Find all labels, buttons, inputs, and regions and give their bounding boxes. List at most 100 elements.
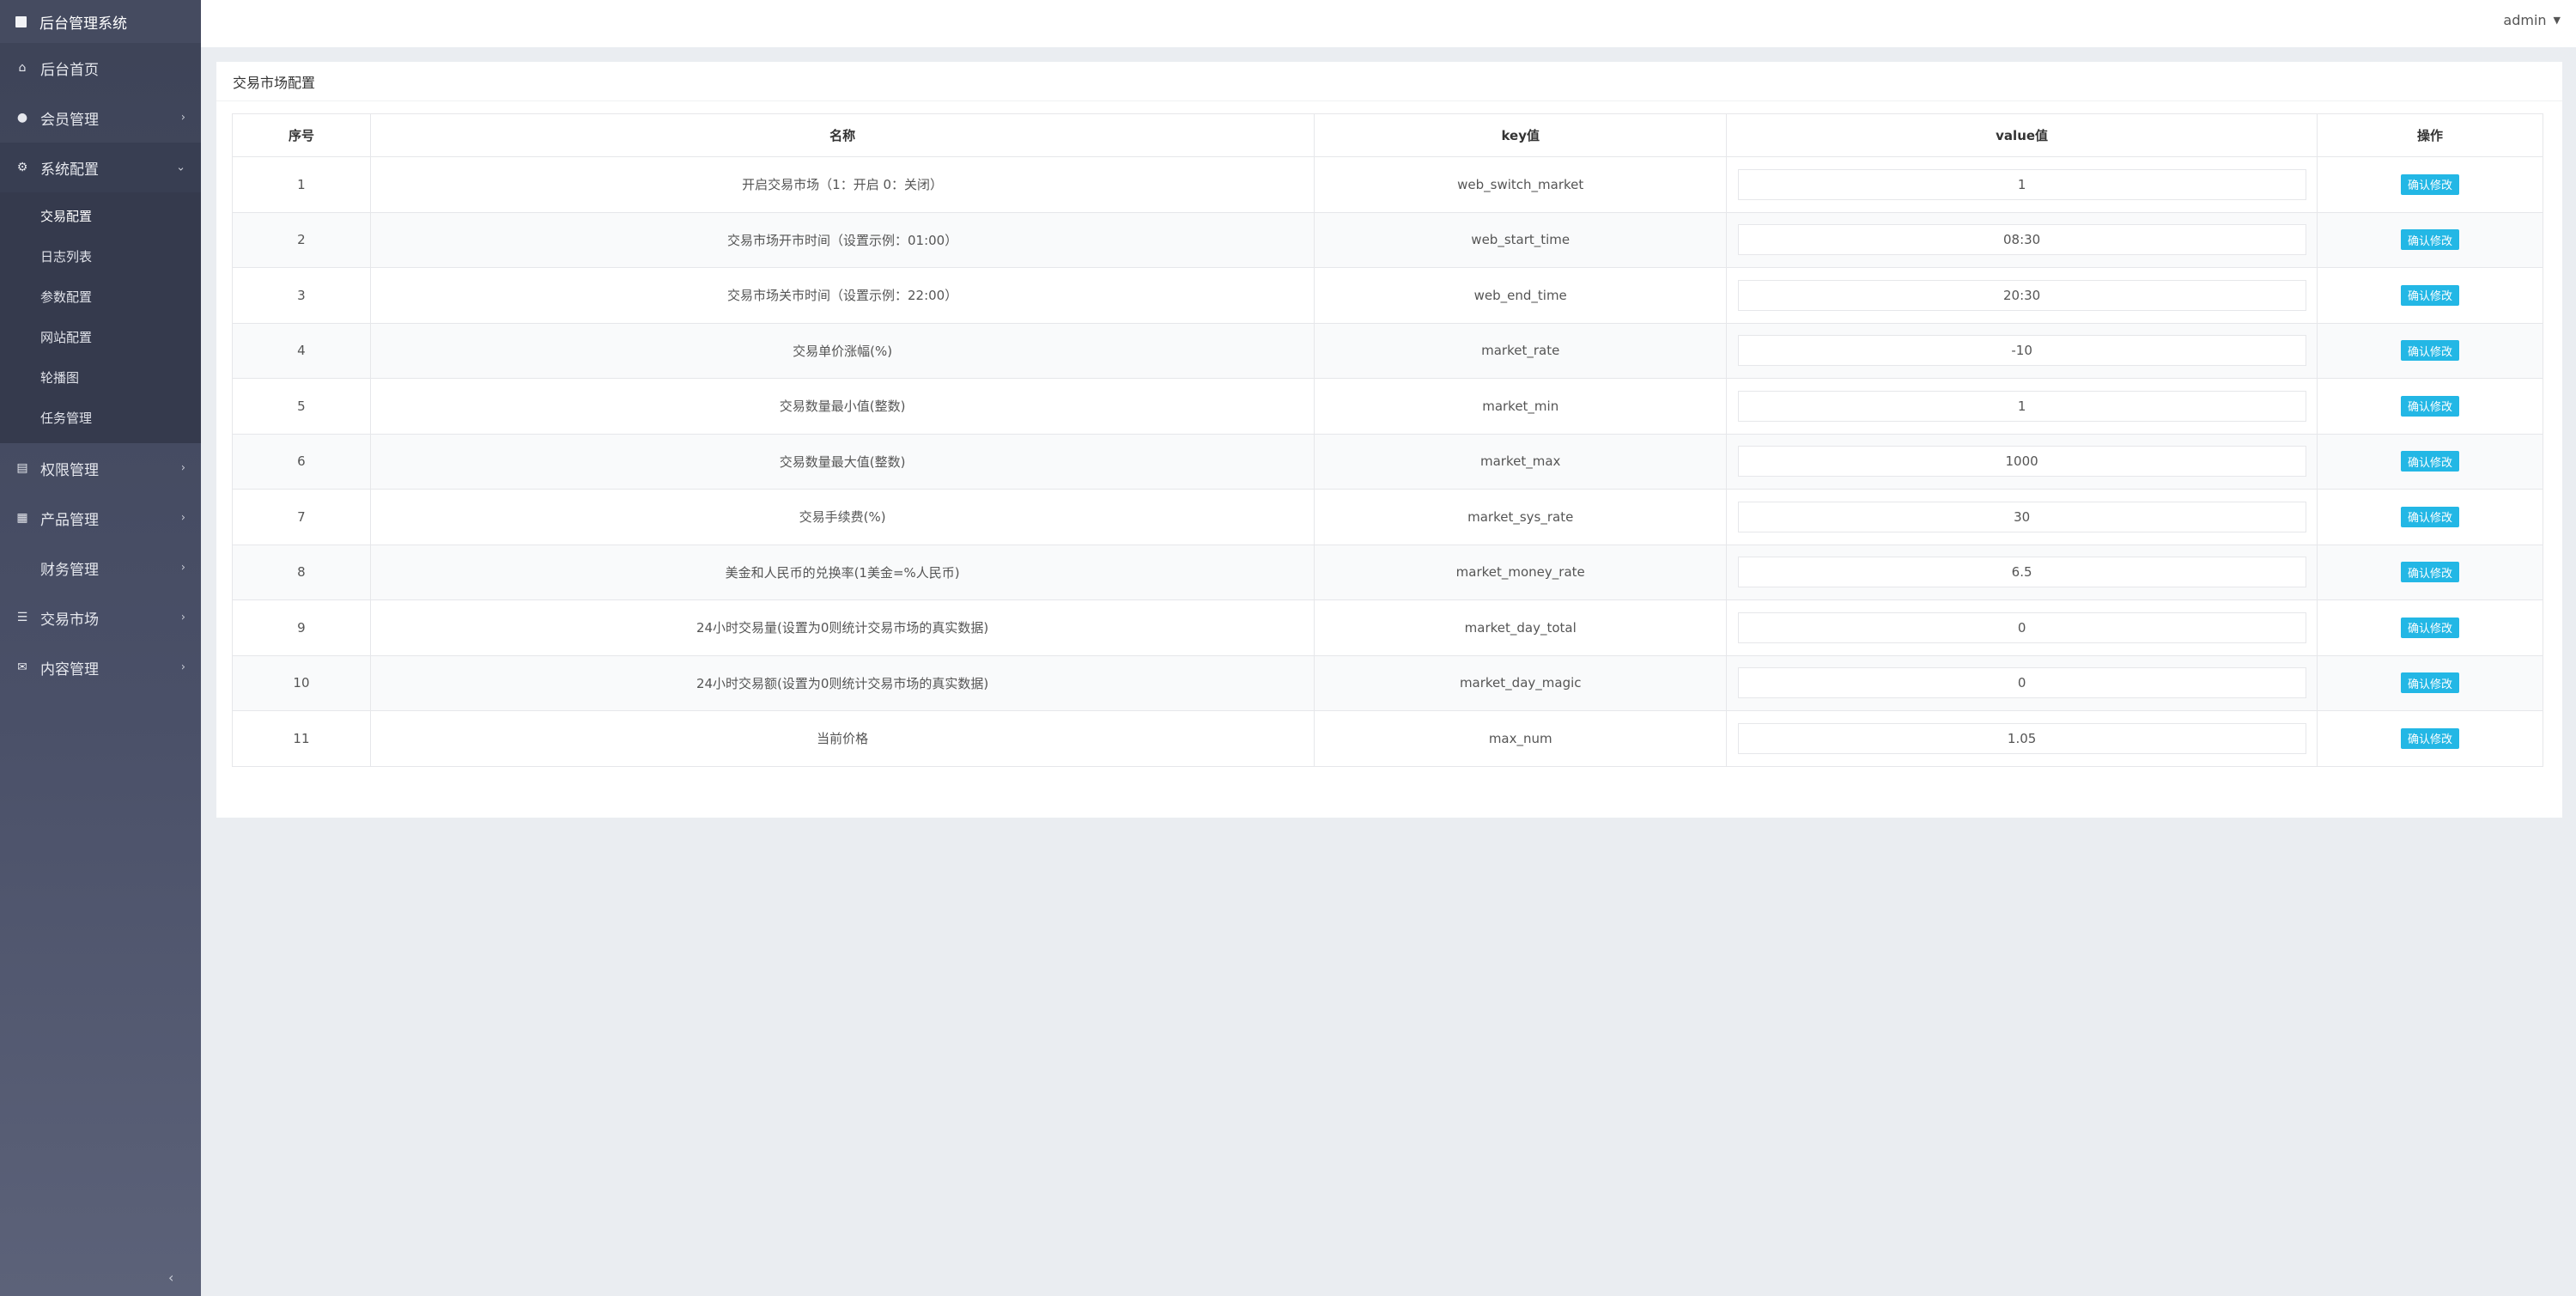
submenu-item-carousel[interactable]: 轮播图 bbox=[0, 357, 201, 398]
brand[interactable]: 后台管理系统 bbox=[0, 0, 201, 43]
row-key: max_num bbox=[1314, 710, 1728, 767]
row-name: 交易单价涨幅(%) bbox=[369, 322, 1315, 379]
table-row: 3 交易市场关市时间（设置示例：22:00） web_end_time 确认修改 bbox=[232, 267, 2543, 324]
chevron-right-icon: › bbox=[180, 511, 185, 525]
submenu-item-param-config[interactable]: 参数配置 bbox=[0, 277, 201, 317]
confirm-edit-button[interactable]: 确认修改 bbox=[2401, 173, 2460, 195]
column-header-value: value值 bbox=[1726, 113, 2318, 157]
confirm-edit-button[interactable]: 确认修改 bbox=[2401, 562, 2460, 583]
row-action-cell: 确认修改 bbox=[2317, 267, 2543, 324]
sidebar-item-content[interactable]: ✉ 内容管理 › bbox=[0, 642, 201, 692]
table-row: 10 24小时交易额(设置为0则统计交易市场的真实数据) market_day_… bbox=[232, 654, 2543, 711]
sidebar-item-label: 权限管理 bbox=[40, 461, 99, 479]
row-key: web_end_time bbox=[1314, 267, 1728, 324]
row-action-cell: 确认修改 bbox=[2317, 433, 2543, 490]
submenu-item-log-list[interactable]: 日志列表 bbox=[0, 236, 201, 277]
submenu-item-trade-config[interactable]: 交易配置 bbox=[0, 196, 201, 236]
user-menu[interactable]: admin ▼ bbox=[2503, 12, 2561, 28]
table-row: 8 美金和人民币的兑换率(1美金=%人民币) market_money_rate… bbox=[232, 544, 2543, 600]
value-input[interactable] bbox=[1737, 335, 2306, 367]
chevron-right-icon: › bbox=[180, 461, 185, 475]
row-key: market_rate bbox=[1314, 322, 1728, 379]
sidebar-item-label: 后台首页 bbox=[40, 61, 99, 79]
user-icon: ● bbox=[16, 111, 28, 125]
row-name: 24小时交易额(设置为0则统计交易市场的真实数据) bbox=[369, 654, 1315, 711]
windows-icon: ▦ bbox=[16, 511, 28, 525]
caret-down-icon: ▼ bbox=[2553, 15, 2561, 26]
row-action-cell: 确认修改 bbox=[2317, 378, 2543, 435]
config-table-wrapper: 序号 名称 key值 value值 操作 1 开启交易市场（1：开启 0：关闭）… bbox=[232, 113, 2543, 767]
row-value-cell bbox=[1726, 378, 2318, 435]
row-action-cell: 确认修改 bbox=[2317, 654, 2543, 711]
sidebar-item-label: 交易市场 bbox=[40, 611, 99, 629]
sidebar-item-finance[interactable]: 财务管理 › bbox=[0, 543, 201, 593]
submenu-item-task-manage[interactable]: 任务管理 bbox=[0, 398, 201, 438]
confirm-edit-button[interactable]: 确认修改 bbox=[2401, 727, 2460, 749]
column-header-key: key值 bbox=[1314, 113, 1728, 157]
sidebar-item-label: 系统配置 bbox=[40, 161, 99, 179]
system-config-submenu: 交易配置 日志列表 参数配置 网站配置 轮播图 任务管理 bbox=[0, 192, 201, 443]
row-value-cell bbox=[1726, 599, 2318, 656]
sidebar-item-members[interactable]: ● 会员管理 › bbox=[0, 93, 201, 143]
brand-title: 后台管理系统 bbox=[39, 15, 127, 33]
chevron-right-icon: › bbox=[180, 611, 185, 624]
value-input[interactable] bbox=[1737, 722, 2306, 754]
row-value-cell bbox=[1726, 654, 2318, 711]
confirm-edit-button[interactable]: 确认修改 bbox=[2401, 284, 2460, 306]
row-name: 交易手续费(%) bbox=[369, 489, 1315, 545]
value-input[interactable] bbox=[1737, 667, 2306, 699]
row-value-cell bbox=[1726, 267, 2318, 324]
collapse-sidebar-icon[interactable]: ‹ bbox=[168, 1269, 173, 1286]
table-row: 1 开启交易市场（1：开启 0：关闭） web_switch_market 确认… bbox=[232, 156, 2543, 213]
sidebar: 后台管理系统 ⌂ 后台首页 ● 会员管理 › ⚙ 系统配置 ⌄ 交易配置 日志列… bbox=[0, 0, 201, 1296]
list-icon: ☰ bbox=[16, 611, 28, 624]
sidebar-item-market[interactable]: ☰ 交易市场 › bbox=[0, 593, 201, 642]
sidebar-item-label: 财务管理 bbox=[40, 561, 99, 579]
id-card-icon: ▤ bbox=[16, 461, 28, 475]
confirm-edit-button[interactable]: 确认修改 bbox=[2401, 451, 2460, 472]
row-no: 1 bbox=[232, 156, 371, 213]
chevron-down-icon: ⌄ bbox=[176, 161, 185, 174]
row-no: 11 bbox=[232, 710, 371, 767]
row-value-cell bbox=[1726, 489, 2318, 545]
row-value-cell bbox=[1726, 322, 2318, 379]
sidebar-item-system-config[interactable]: ⚙ 系统配置 ⌄ bbox=[0, 143, 201, 192]
row-no: 4 bbox=[232, 322, 371, 379]
confirm-edit-button[interactable]: 确认修改 bbox=[2401, 617, 2460, 638]
confirm-edit-button[interactable]: 确认修改 bbox=[2401, 229, 2460, 251]
value-input[interactable] bbox=[1737, 446, 2306, 478]
confirm-edit-button[interactable]: 确认修改 bbox=[2401, 506, 2460, 527]
confirm-edit-button[interactable]: 确认修改 bbox=[2401, 340, 2460, 362]
username: admin bbox=[2503, 12, 2547, 28]
row-action-cell: 确认修改 bbox=[2317, 599, 2543, 656]
table-row: 2 交易市场开市时间（设置示例：01:00） web_start_time 确认… bbox=[232, 211, 2543, 268]
row-key: market_max bbox=[1314, 433, 1728, 490]
row-action-cell: 确认修改 bbox=[2317, 322, 2543, 379]
config-table: 序号 名称 key值 value值 操作 1 开启交易市场（1：开启 0：关闭）… bbox=[232, 113, 2543, 767]
confirm-edit-button[interactable]: 确认修改 bbox=[2401, 395, 2460, 417]
row-name: 交易数量最大值(整数) bbox=[369, 433, 1315, 490]
column-header-no: 序号 bbox=[232, 113, 371, 157]
sidebar-item-label: 产品管理 bbox=[40, 511, 99, 529]
value-input[interactable] bbox=[1737, 611, 2306, 643]
envelope-icon: ✉ bbox=[17, 660, 27, 674]
sidebar-item-products[interactable]: ▦ 产品管理 › bbox=[0, 493, 201, 543]
value-input[interactable] bbox=[1737, 168, 2306, 200]
row-name: 交易数量最小值(整数) bbox=[369, 378, 1315, 435]
sidebar-item-permissions[interactable]: ▤ 权限管理 › bbox=[0, 443, 201, 493]
sidebar-item-home[interactable]: ⌂ 后台首页 bbox=[0, 43, 201, 93]
row-value-cell bbox=[1726, 433, 2318, 490]
value-input[interactable] bbox=[1737, 557, 2306, 588]
row-name: 当前价格 bbox=[369, 710, 1315, 767]
row-value-cell bbox=[1726, 211, 2318, 268]
confirm-edit-button[interactable]: 确认修改 bbox=[2401, 672, 2460, 694]
value-input[interactable] bbox=[1737, 279, 2306, 311]
chevron-right-icon: › bbox=[180, 111, 185, 125]
row-no: 8 bbox=[232, 544, 371, 600]
value-input[interactable] bbox=[1737, 224, 2306, 256]
submenu-item-site-config[interactable]: 网站配置 bbox=[0, 317, 201, 357]
row-key: web_start_time bbox=[1314, 211, 1728, 268]
value-input[interactable] bbox=[1737, 501, 2306, 532]
home-icon: ⌂ bbox=[18, 61, 27, 75]
value-input[interactable] bbox=[1737, 390, 2306, 422]
